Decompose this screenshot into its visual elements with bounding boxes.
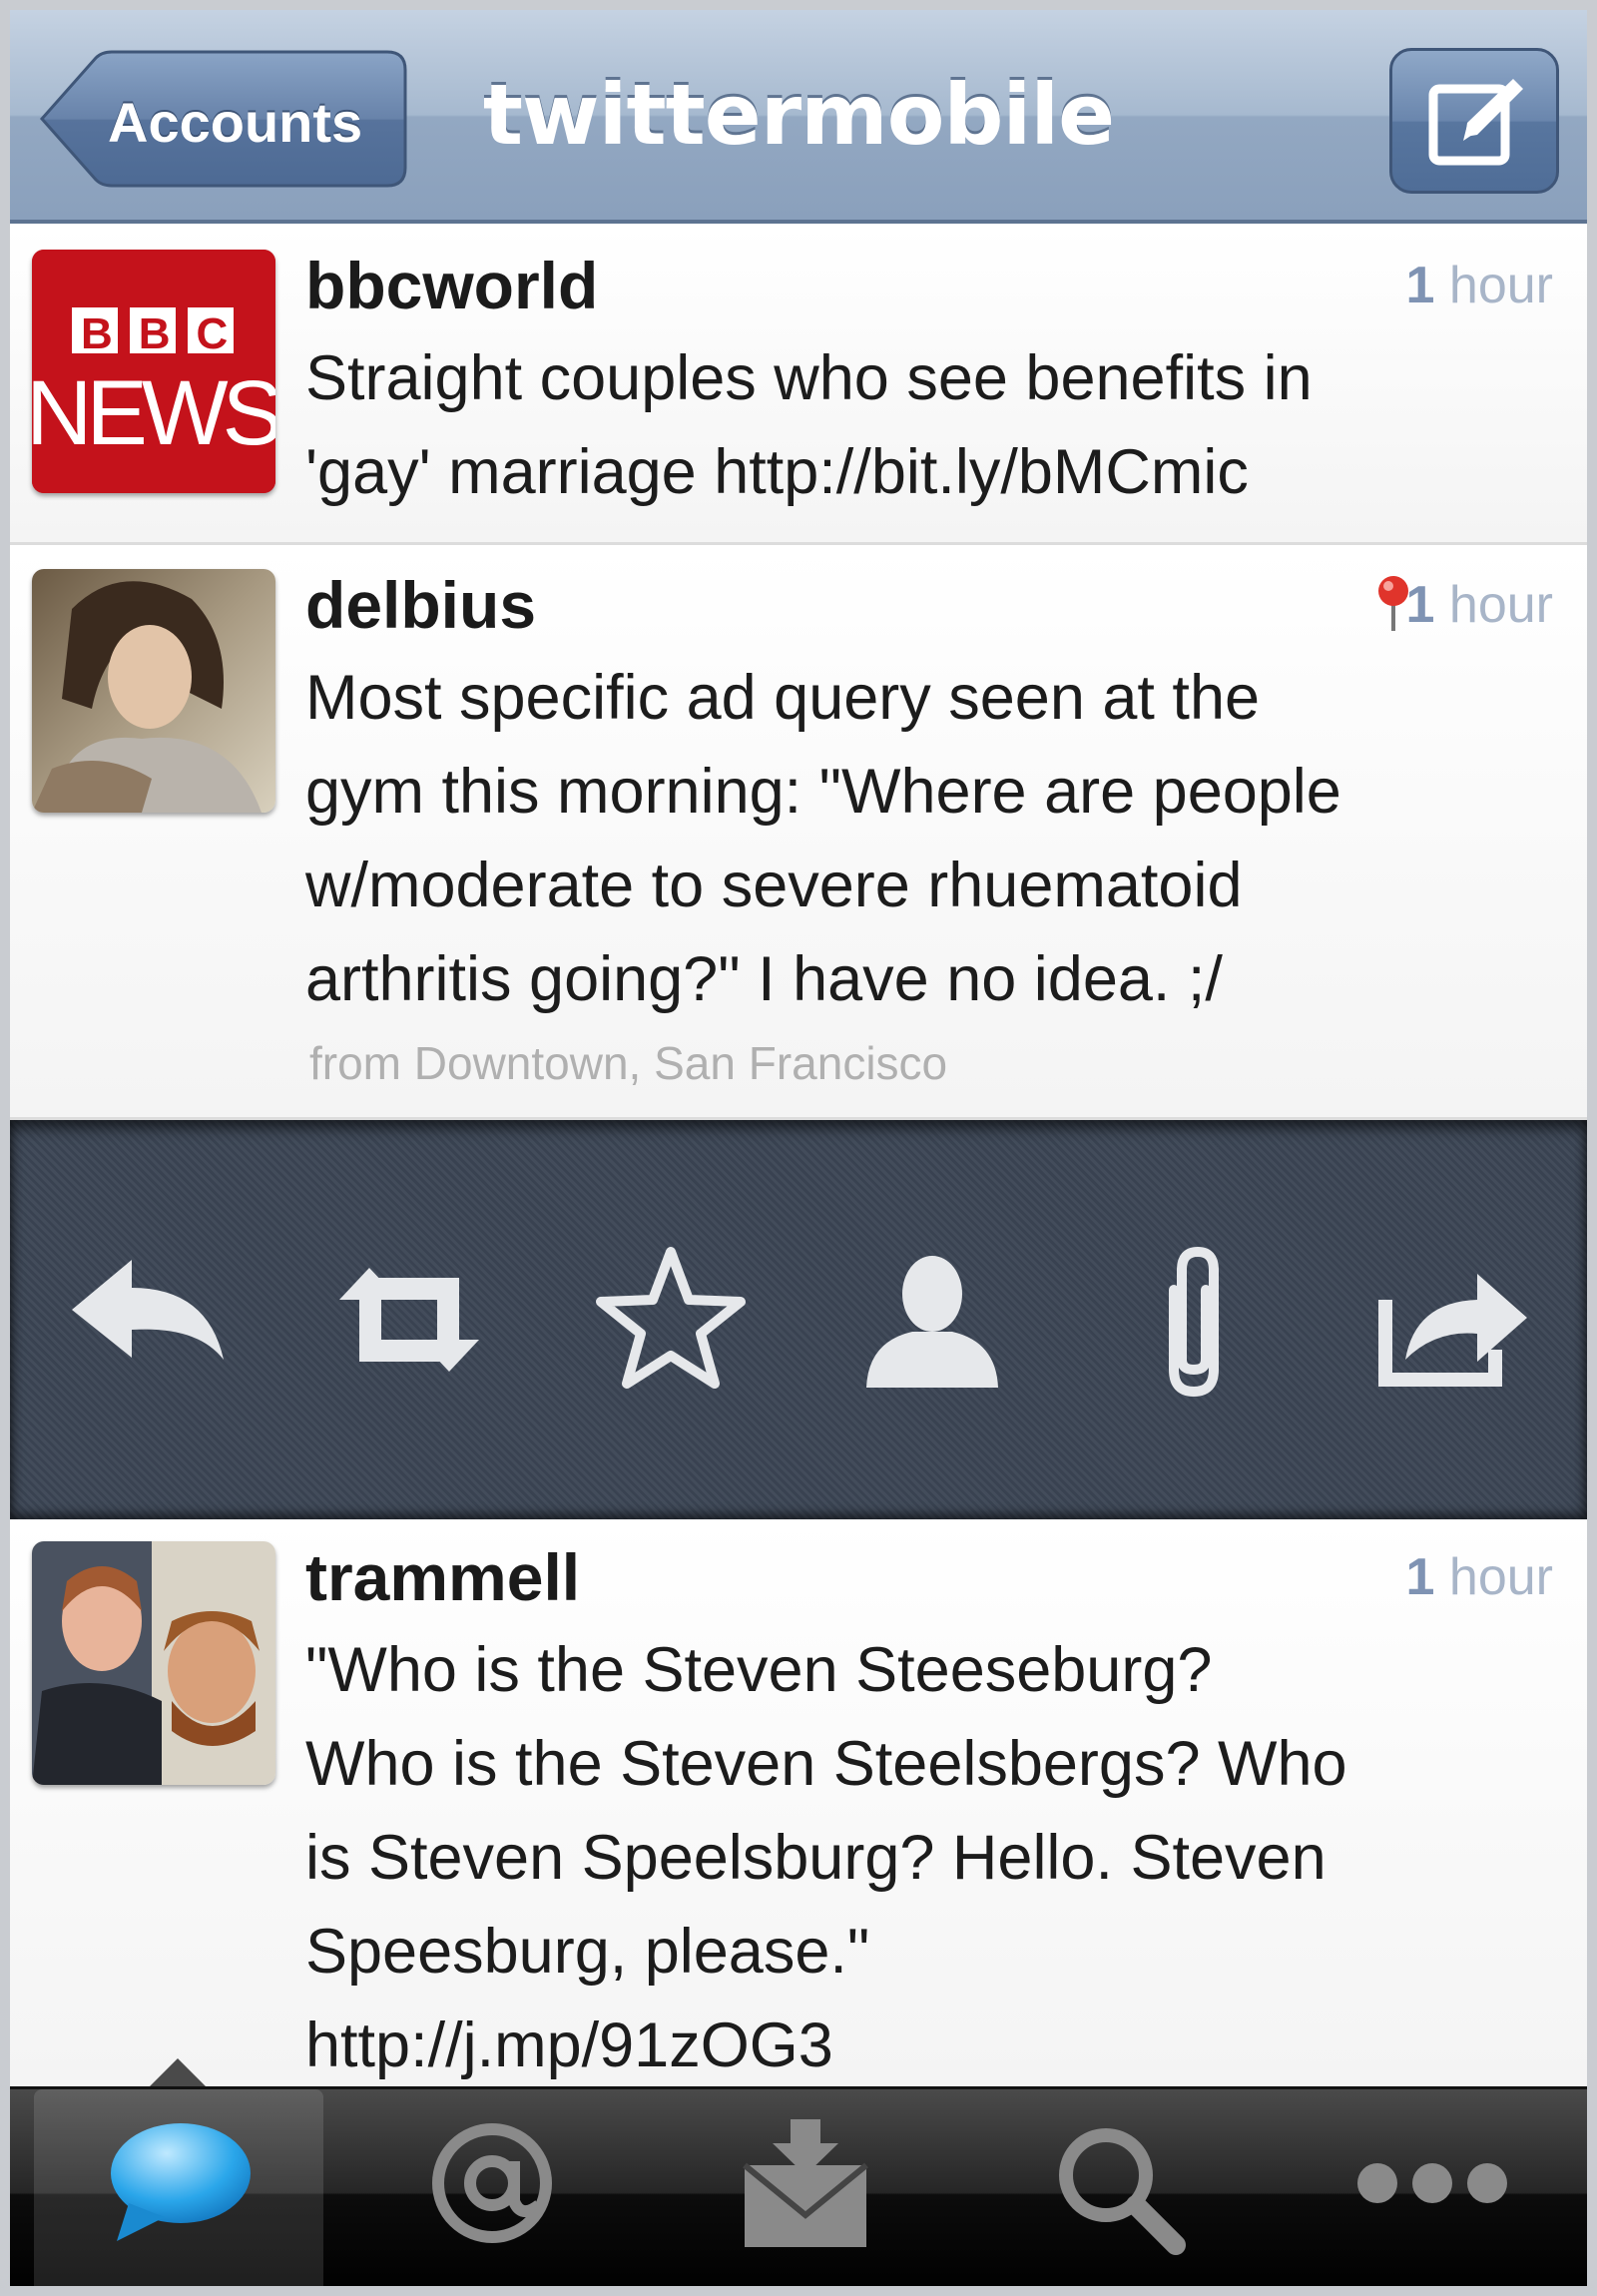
news-logo-text: NEWS (32, 362, 275, 464)
mentions-at-icon (432, 2123, 552, 2243)
favorite-button[interactable] (581, 1230, 761, 1410)
share-button[interactable] (1365, 1230, 1545, 1410)
avatar-bbcworld[interactable]: BBC NEWS (32, 250, 275, 493)
tweet-username[interactable]: bbcworld (305, 248, 598, 323)
timeline-bubble-icon (111, 2123, 251, 2241)
tweet-username[interactable]: trammell (305, 1539, 580, 1615)
user-profile-button[interactable] (842, 1230, 1022, 1410)
tweet-text: "Who is the Steven Steeseburg? Who is th… (305, 1623, 1563, 2092)
tweet-link[interactable]: http://j.mp/91zOG3 (305, 1999, 1563, 2092)
compose-button[interactable] (1389, 48, 1559, 194)
tweet-item[interactable]: BBC NEWS bbcworld 1 hour Straight couple… (10, 228, 1587, 545)
attachment-paperclip-icon (1169, 1246, 1219, 1398)
tweet-action-drawer (10, 1120, 1587, 1519)
navigation-bar: Accounts twittermobile (10, 10, 1587, 224)
avatar-delbius[interactable] (32, 569, 275, 813)
reply-button[interactable] (58, 1230, 238, 1410)
bbc-logo-text: BBC (81, 309, 255, 358)
tab-messages[interactable] (661, 2089, 950, 2296)
tweet-timestamp: 1 hour (1405, 576, 1553, 634)
app-screen: Accounts twittermobile BBC NEWS bbcworld… (0, 0, 1597, 2296)
tweet-text: Straight couples who see benefits in 'ga… (305, 343, 1313, 507)
tweet-username[interactable]: delbius (305, 567, 536, 643)
retweet-button[interactable] (319, 1230, 499, 1410)
search-icon (1059, 2128, 1186, 2255)
tweet-timestamp: 1 hour (1405, 257, 1553, 314)
compose-icon (1428, 79, 1523, 166)
share-icon (1378, 1274, 1527, 1387)
unread-dot (783, 2289, 828, 2296)
user-profile-icon (866, 1256, 998, 1388)
tab-more[interactable] (1288, 2089, 1577, 2286)
tab-bar (10, 2086, 1587, 2296)
attachment-button[interactable] (1104, 1230, 1284, 1410)
reply-icon (72, 1260, 224, 1360)
tab-search[interactable] (974, 2089, 1264, 2286)
favorite-star-icon (596, 1247, 746, 1389)
tweet-item[interactable]: delbius 1 hour Most specific ad query se… (10, 547, 1587, 1120)
tweet-item[interactable]: trammell 1 hour "Who is the Steven Stees… (10, 1519, 1587, 2088)
avatar-trammell[interactable] (32, 1541, 275, 1785)
tweet-location[interactable]: from Downtown, San Francisco (309, 1036, 947, 1090)
tweet-timestamp: 1 hour (1405, 1548, 1553, 1606)
tweet-text: Most specific ad query seen at the gym t… (305, 663, 1341, 1014)
tab-timeline[interactable] (34, 2089, 323, 2296)
more-dots-icon (1357, 2163, 1507, 2203)
messages-inbox-icon (743, 2119, 868, 2247)
retweet-icon (339, 1268, 479, 1372)
selected-tab-indicator (150, 2058, 206, 2086)
unread-dot (156, 2289, 202, 2296)
tab-mentions[interactable] (347, 2089, 637, 2296)
unread-dot (469, 2289, 515, 2296)
page-title: twittermobile (482, 66, 1115, 164)
